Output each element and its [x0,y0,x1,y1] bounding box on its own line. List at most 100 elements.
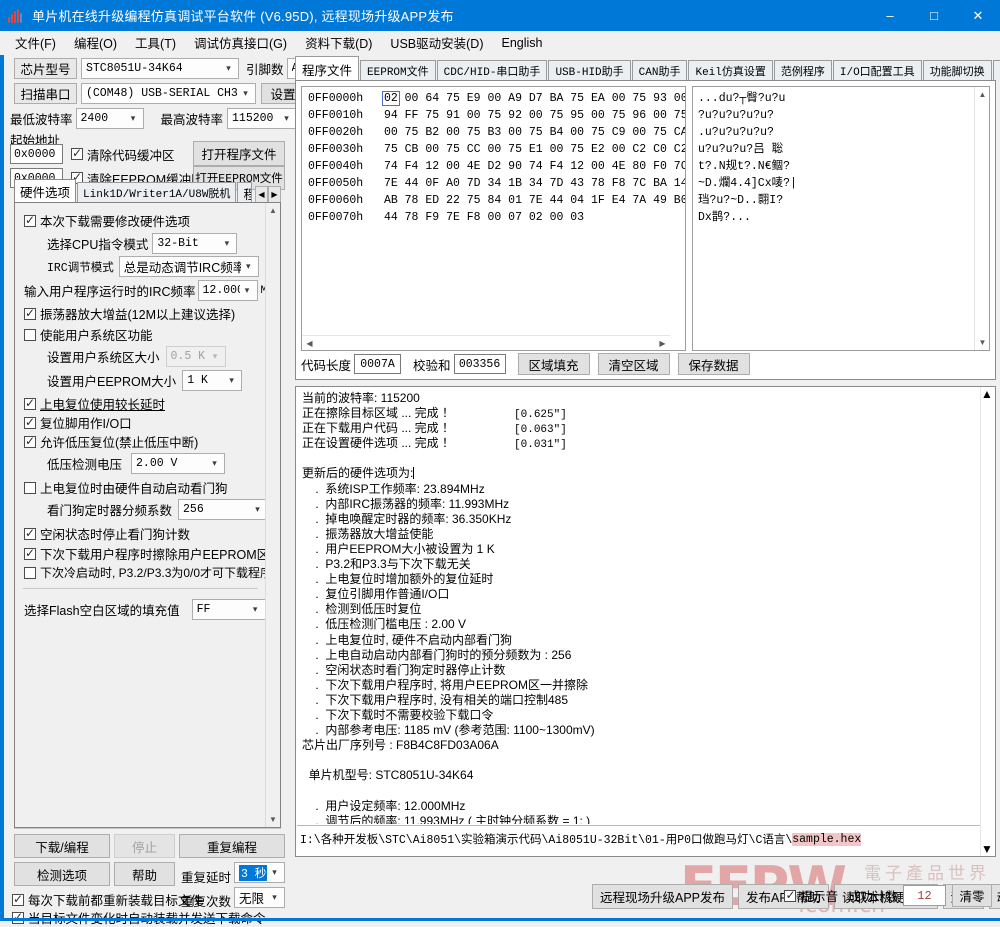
erase-eeprom-next-checkbox[interactable]: 下次下载用户程序时擦除用户EEPROM区 [24,544,269,563]
ascii-selected-char: . [698,92,705,105]
tab-scroll-right-icon[interactable]: ▶ [268,186,281,203]
publish-remote-upgrade-app-button[interactable]: 远程现场升级APP发布 [592,884,734,909]
help-button[interactable]: 帮助 [114,862,175,886]
serial-port-select[interactable]: (COM48) USB-SERIAL CH340 ▾ [81,83,256,104]
repeat-program-button[interactable]: 重复编程 [179,834,285,858]
log-vertical-scrollbar[interactable]: ▲ ▼ [980,387,995,856]
menu-item-tools[interactable]: 工具(T) [126,30,185,55]
check-options-button[interactable]: 检测选项 [14,862,110,886]
stop-wdt-idle-checkbox[interactable]: 空闲状态时停止看门狗计数 [24,524,190,543]
eeprom-size-label: 设置用户EEPROM大小 [47,375,177,389]
close-button[interactable]: ✕ [956,0,1000,31]
tab-can[interactable]: CAN助手 [631,60,688,81]
download-program-button[interactable]: 下载/编程 [14,834,110,858]
log-line-text: 正在下载用户代码 ... 完成 ！ [302,421,455,436]
hex-row[interactable]: 0FF0050h 7E 44 0F A0 7D 34 1B 34 7D 43 7… [302,175,685,192]
hex-row[interactable]: 0FF0070h 44 78 F9 7E F8 00 07 02 00 03 [302,209,685,226]
scroll-down-icon[interactable]: ▼ [975,335,989,350]
open-program-file-button[interactable]: 打开程序文件 [193,141,285,166]
checkbox-box [24,566,36,579]
enable-user-sysarea-checkbox[interactable]: 使能用户系统区功能 [24,325,153,344]
stop-button[interactable]: 停止 [114,834,175,858]
clear-area-button[interactable]: 清空区域 [597,353,670,375]
osc-gain-checkbox[interactable]: 振荡器放大增益(12M以上建议选择) [24,304,235,323]
hex-bytes-view[interactable]: 0FF0000h 02 00 64 75 E9 00 A9 D7 BA 75 E… [301,86,686,351]
wdt-prescale-select[interactable]: 256 ▾ [178,499,269,520]
beep-checkbox[interactable]: 提示音 [784,886,838,905]
tab-hardware-options[interactable]: 硬件选项 [14,179,77,203]
tab-scroll-buttons[interactable]: ◀ ▶ [255,186,281,203]
scroll-left-icon[interactable]: ◀ [302,336,317,350]
tab-cdc-hid-serial[interactable]: CDC/HID-串口助手 [436,60,548,81]
tab-serial-baudrate[interactable]: 串口波特率 [992,60,1000,81]
tab-eeprom-file[interactable]: EEPROM文件 [360,60,436,81]
irc-freq-input[interactable]: 12.000 ▾ [197,280,258,301]
chip-model-select[interactable]: STC8051U-34K64 ▾ [81,58,239,79]
reset-pin-as-io-checkbox[interactable]: 复位脚用作I/O口 [24,413,132,432]
hex-row[interactable]: 0FF0010h 94 FF 75 91 00 75 92 00 75 95 0… [302,107,685,124]
hex-ascii-view[interactable]: ...du?┬臀?u?u ?u?u?u?u?u? .u?u?u?u?u? u?u… [692,86,990,351]
flash-fill-select[interactable]: FF ▾ [191,599,266,620]
min-baud-select[interactable]: 2400 ▾ [75,108,144,129]
menu-item-usb-driver[interactable]: USB驱动安装(D) [381,30,492,55]
target-file-path[interactable]: I:\各种开发板\STC\Ai8051\实验箱演示代码\Ai8051U-32Bi… [300,829,979,849]
save-data-button[interactable]: 保存数据 [677,353,750,375]
menu-item-english[interactable]: English [492,33,551,53]
hex-row[interactable]: 0FF0060h AB 78 ED 22 75 84 01 7E 44 04 1… [302,192,685,209]
menu-item-program[interactable]: 编程(O) [65,30,126,55]
hex-selected-byte[interactable]: 02 [381,91,400,106]
menu-item-debug-interface[interactable]: 调试仿真接口(G) [185,30,296,55]
auto-wdt-on-reset-checkbox[interactable]: 上电复位时由硬件自动启动看门狗 [24,478,228,497]
hex-row[interactable]: 0FF0030h 75 CB 00 75 CC 00 75 E1 00 75 E… [302,141,685,158]
tab-scroll-left-icon[interactable]: ◀ [255,186,268,203]
hex-row[interactable]: 0FF0040h 74 F4 12 00 4E D2 90 74 F4 12 0… [302,158,685,175]
ascii-vertical-scrollbar[interactable]: ▲ ▼ [974,87,989,350]
hex-row[interactable]: 0FF0020h 00 75 B2 00 75 B3 00 75 B4 00 7… [302,124,685,141]
minimize-button[interactable]: – [868,0,912,31]
tab-link1d-writer1a-u8w[interactable]: Link1D/Writer1A/U8W脱机 [77,182,237,203]
menu-item-downloads[interactable]: 资料下载(D) [296,30,381,55]
long-reset-delay-checkbox[interactable]: 上电复位使用较长延时 [24,394,165,413]
tab-program-encrypt[interactable]: 程序加密后 [237,182,252,203]
scroll-up-icon[interactable]: ▲ [981,387,995,401]
hex-horizontal-scrollbar[interactable]: ◀ ▶ [302,335,670,350]
checkbox-box [24,434,36,448]
irc-mode-select[interactable]: 总是动态调节IRC频率 ▾ [118,256,259,277]
max-baud-select[interactable]: 115200 ▾ [227,108,298,129]
eeprom-size-select[interactable]: 1 K ▾ [182,370,243,391]
tab-io-config-tool[interactable]: I/O口配置工具 [832,60,922,81]
sysarea-size-select[interactable]: 0.5 K ▾ [165,346,226,367]
cpu-mode-select[interactable]: 32-Bit ▾ [152,233,238,254]
log-text-area[interactable]: 当前的波特率: 115200 正在擦除目标区域 ... 完成 ！ [0.625"]… [302,391,977,824]
lvd-voltage-select[interactable]: 2.00 V ▾ [131,453,226,474]
chip-model-row: 芯片型号 STC8051U-34K64 ▾ 引脚数 Auto ▾ [14,58,335,79]
repeat-count-select[interactable]: 无限 ▾ [234,887,285,908]
repeat-delay-select[interactable]: 3 秒 ▾ [234,862,285,883]
scroll-right-icon[interactable]: ▶ [655,336,670,350]
tab-function-pin-switch[interactable]: 功能脚切换 [922,60,992,81]
modify-hw-options-checkbox[interactable]: 本次下载需要修改硬件选项 [24,211,190,230]
clear-counter-button[interactable]: 清零 [952,884,992,907]
tab-usb-hid[interactable]: USB-HID助手 [548,60,631,81]
tab-example-programs[interactable]: 范例程序 [773,60,832,81]
scroll-down-icon[interactable]: ▼ [981,842,993,856]
maximize-button[interactable]: □ [912,0,956,31]
tab-keil-sim-settings[interactable]: Keil仿真设置 [688,60,773,81]
reload-before-download-checkbox[interactable]: 每次下载前都重新装载目标文件 [12,890,203,909]
menu-item-file[interactable]: 文件(F) [6,30,65,55]
options-scrollbar[interactable]: ▲ ▼ [265,203,280,827]
hex-row[interactable]: 0FF0000h 02 00 64 75 E9 00 A9 D7 BA 75 E… [302,90,685,107]
scroll-up-icon[interactable]: ▲ [266,203,280,218]
scroll-up-icon[interactable]: ▲ [975,87,989,102]
code-start-address-input[interactable]: 0x0000 [10,144,63,164]
p32-p33-gate-checkbox[interactable]: 下次冷启动时, P3.2/P3.3为0/0才可下载程序 [24,564,272,581]
clear-code-buffer-checkbox[interactable]: 清除代码缓冲区 [71,145,175,164]
log-line-time: [0.625"] [514,409,567,422]
scroll-down-icon[interactable]: ▼ [266,812,280,827]
fill-area-button[interactable]: 区域填充 [517,353,590,375]
allow-lvd-reset-checkbox[interactable]: 允许低压复位(禁止低压中断) [24,432,198,451]
tab-program-file[interactable]: 程序文件 [295,56,360,81]
window-left-border [0,55,4,921]
irc-mode-row: IRC调节模式 总是动态调节IRC频率 ▾ [47,256,259,277]
